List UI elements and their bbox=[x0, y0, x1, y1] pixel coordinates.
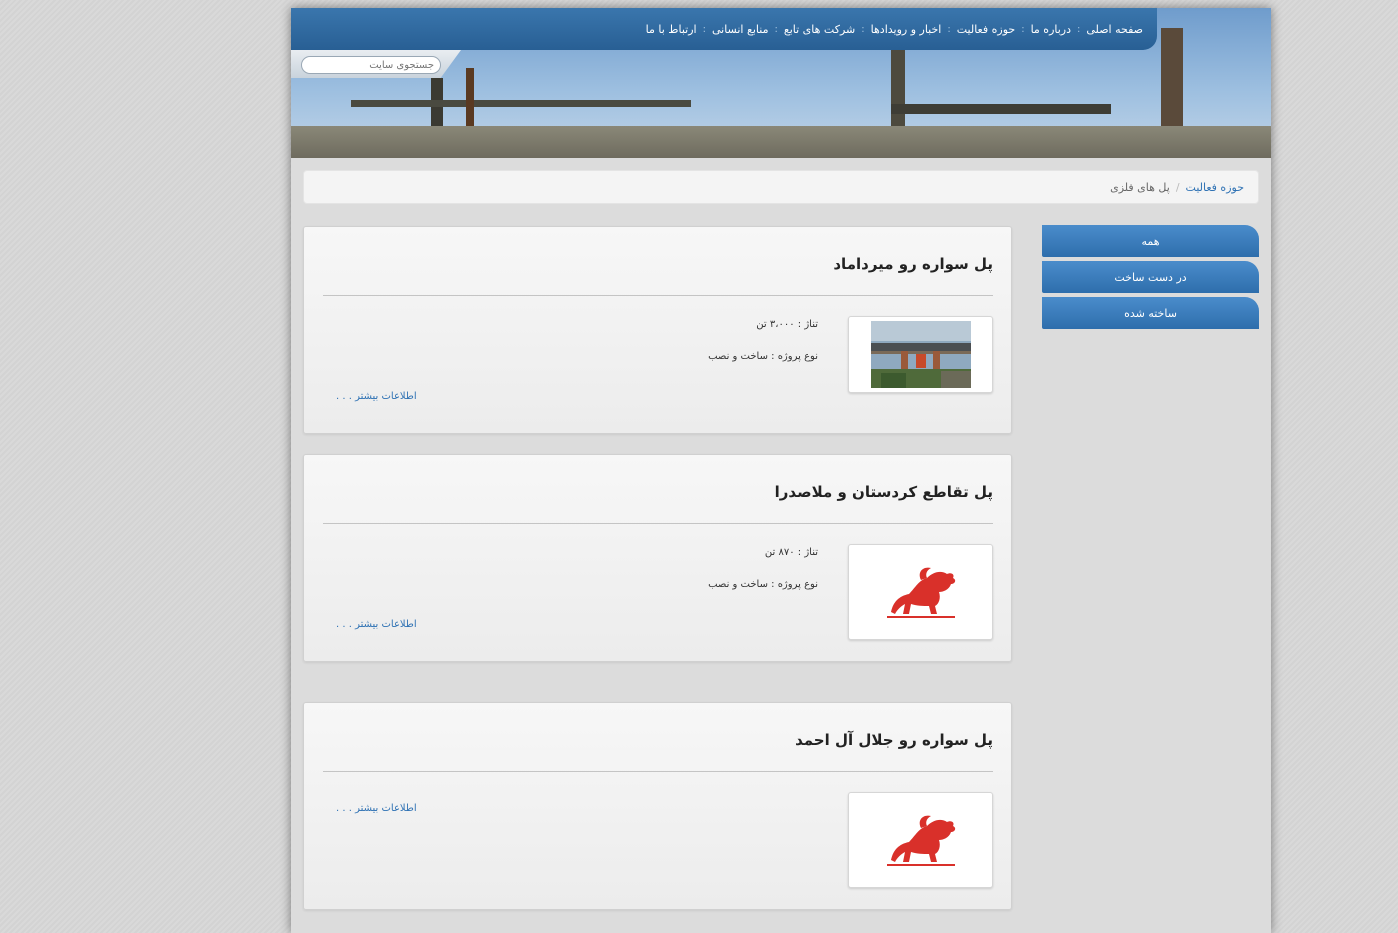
header-banner: : : En : Ar صفحه اصلی : درباره ما : حوزه… bbox=[291, 8, 1271, 158]
nav-item-home[interactable]: صفحه اصلی bbox=[1080, 23, 1149, 36]
breadcrumb-current: پل های فلزی bbox=[1110, 180, 1170, 194]
filter-completed-button[interactable]: ساخته شده bbox=[1042, 297, 1259, 329]
nav-item-subsidiaries[interactable]: شرکت های تابع bbox=[778, 23, 861, 36]
main-nav: صفحه اصلی : درباره ما : حوزه فعالیت : اخ… bbox=[291, 8, 1157, 50]
nav-separator: : bbox=[861, 23, 865, 35]
breadcrumb-separator: / bbox=[1175, 180, 1180, 194]
more-info-link[interactable]: اطلاعات بیشتر . . . bbox=[336, 619, 417, 630]
project-type: نوع پروژه : ساخت و نصب bbox=[708, 579, 818, 590]
project-title[interactable]: پل تقاطع کردستان و ملاصدرا bbox=[775, 483, 993, 501]
nav-separator: : bbox=[947, 23, 951, 35]
card-divider bbox=[323, 295, 993, 296]
nav-separator: : bbox=[702, 23, 706, 35]
project-card: پل سواره رو جلال آل احمد اطلاعات بیشتر .… bbox=[303, 702, 1012, 910]
page-container: : : En : Ar صفحه اصلی : درباره ما : حوزه… bbox=[291, 8, 1271, 933]
project-title[interactable]: پل سواره رو جلال آل احمد bbox=[795, 731, 993, 749]
nav-item-contact[interactable]: ارتباط با ما bbox=[640, 23, 703, 36]
nav-item-activity[interactable]: حوزه فعالیت bbox=[951, 23, 1021, 36]
filter-all-button[interactable]: همه bbox=[1042, 225, 1259, 257]
nav-separator: : bbox=[774, 23, 778, 35]
more-info-link[interactable]: اطلاعات بیشتر . . . bbox=[336, 803, 417, 814]
breadcrumb-parent-link[interactable]: حوزه فعالیت bbox=[1186, 181, 1244, 194]
griffin-logo-icon bbox=[886, 815, 955, 866]
project-thumbnail[interactable] bbox=[848, 792, 993, 888]
card-divider bbox=[323, 771, 993, 772]
nav-item-hr[interactable]: منابع انسانی bbox=[706, 23, 775, 36]
project-tonnage: تناژ : ۳،۰۰۰ تن bbox=[756, 319, 818, 330]
filter-under-construction-button[interactable]: در دست ساخت bbox=[1042, 261, 1259, 293]
search-input[interactable] bbox=[301, 56, 441, 74]
nav-separator: : bbox=[1021, 23, 1025, 35]
project-tonnage: تناژ : ۸۷۰ تن bbox=[764, 547, 818, 558]
nav-item-about[interactable]: درباره ما bbox=[1025, 23, 1077, 36]
bridge-photo bbox=[870, 321, 971, 388]
project-title[interactable]: پل سواره رو میرداماد bbox=[833, 255, 993, 273]
filter-sidebar: همه در دست ساخت ساخته شده bbox=[1042, 225, 1259, 333]
more-info-link[interactable]: اطلاعات بیشتر . . . bbox=[336, 391, 417, 402]
nav-item-news[interactable]: اخبار و رویدادها bbox=[865, 23, 948, 36]
project-thumbnail[interactable] bbox=[848, 544, 993, 640]
card-divider bbox=[323, 523, 993, 524]
project-thumbnail[interactable] bbox=[848, 316, 993, 393]
griffin-logo-icon bbox=[886, 567, 955, 618]
project-type: نوع پروژه : ساخت و نصب bbox=[708, 351, 818, 362]
project-card: پل تقاطع کردستان و ملاصدرا تناژ : ۸۷۰ تن… bbox=[303, 454, 1012, 662]
nav-separator: : bbox=[1077, 23, 1081, 35]
project-card: پل سواره رو میرداماد تناژ : ۳،۰۰۰ تن نوع… bbox=[303, 226, 1012, 434]
breadcrumb: حوزه فعالیت / پل های فلزی bbox=[303, 170, 1259, 204]
